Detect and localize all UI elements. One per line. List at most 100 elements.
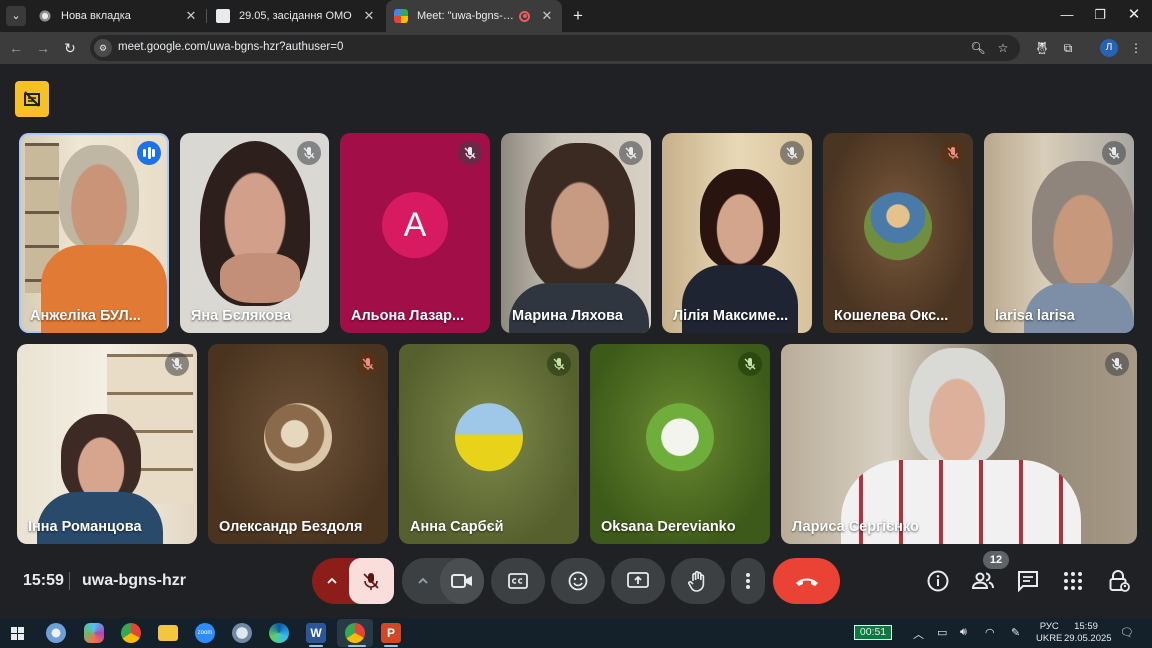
participant-tile[interactable]: Кошелева Окс... bbox=[823, 133, 973, 333]
speaking-indicator-icon bbox=[137, 141, 161, 165]
participant-tile[interactable]: Інна Романцова bbox=[17, 344, 197, 544]
chevron-up-icon[interactable] bbox=[326, 575, 338, 587]
reload-button[interactable]: ↻ bbox=[60, 38, 80, 58]
wifi-icon[interactable]: ◠ bbox=[985, 626, 995, 639]
app-icon[interactable] bbox=[232, 623, 252, 643]
raise-hand-button[interactable] bbox=[671, 558, 725, 604]
reactions-button[interactable] bbox=[551, 558, 605, 604]
participant-tile[interactable]: larisa larisa bbox=[984, 133, 1134, 333]
participant-tile[interactable]: Олександр Бездоля bbox=[208, 344, 388, 544]
address-bar[interactable]: ⚙ meet.google.com/uwa-bgns-hzr?authuser=… bbox=[90, 35, 1020, 61]
paint-app-icon[interactable] bbox=[46, 623, 66, 643]
present-screen-button[interactable] bbox=[611, 558, 665, 604]
participant-tile[interactable]: Марина Ляхова bbox=[501, 133, 651, 333]
person-video bbox=[61, 414, 141, 504]
tab-slides[interactable]: 29.05, засідання ОМО ✕ bbox=[208, 0, 384, 32]
language-code: РУС bbox=[1039, 621, 1059, 632]
close-icon[interactable]: ✕ bbox=[362, 8, 376, 24]
chat-button[interactable] bbox=[1016, 569, 1040, 593]
host-controls-button[interactable] bbox=[1107, 569, 1131, 593]
restore-button[interactable]: ❐ bbox=[1083, 4, 1117, 26]
mic-muted-icon bbox=[941, 141, 965, 165]
activities-button[interactable] bbox=[1061, 569, 1085, 593]
people-button[interactable] bbox=[971, 569, 995, 593]
chrome-profile-app-icon[interactable] bbox=[345, 623, 365, 643]
camera-icon bbox=[451, 574, 472, 588]
participant-photo-avatar bbox=[264, 403, 332, 472]
close-icon[interactable]: ✕ bbox=[540, 8, 554, 24]
participants-count-badge: 12 bbox=[983, 551, 1009, 569]
system-clock[interactable]: 15:59 29.05.2025 bbox=[1064, 621, 1112, 645]
edge-app-icon[interactable] bbox=[269, 623, 289, 643]
windows-start-icon[interactable] bbox=[11, 627, 24, 640]
camera-toggle-button[interactable] bbox=[440, 558, 484, 604]
participant-tile[interactable]: Лілія Максиме... bbox=[662, 133, 812, 333]
person-video bbox=[700, 169, 780, 269]
recording-timer[interactable]: 00:51 bbox=[854, 625, 892, 640]
participant-tile[interactable]: Анна Сарбєй bbox=[399, 344, 579, 544]
captions-button[interactable] bbox=[491, 558, 545, 604]
zoom-icon[interactable]: 🔍︎ bbox=[970, 40, 986, 56]
bookmark-star-icon[interactable]: ☆ bbox=[995, 40, 1011, 56]
person-video bbox=[1032, 161, 1134, 291]
tab-search-button[interactable]: ⌄ bbox=[6, 6, 26, 26]
extension-owl-icon[interactable]: 🦉︎ bbox=[1032, 38, 1052, 58]
notifications-icon[interactable]: 🗨︎ bbox=[1120, 626, 1134, 639]
tab-meet[interactable]: Meet: "uwa-bgns-hzr" ✕ bbox=[386, 0, 562, 32]
more-options-button[interactable] bbox=[731, 558, 765, 604]
emoji-icon bbox=[568, 571, 588, 591]
powerpoint-app-icon[interactable]: P bbox=[381, 623, 401, 643]
chevron-up-icon[interactable] bbox=[417, 575, 429, 587]
participant-name: Яна Бєлякова bbox=[191, 308, 292, 324]
site-info-icon[interactable]: ⚙ bbox=[94, 39, 112, 57]
meeting-details-button[interactable] bbox=[926, 569, 950, 593]
mic-muted-icon bbox=[780, 141, 804, 165]
new-tab-button[interactable]: + bbox=[568, 6, 588, 26]
chevron-up-icon[interactable]: ︿ bbox=[913, 626, 924, 642]
mic-muted-icon bbox=[458, 141, 482, 165]
pen-icon[interactable]: ✎ bbox=[1011, 626, 1020, 639]
input-language[interactable]: РУС UKRE bbox=[1036, 621, 1062, 645]
mic-muted-icon bbox=[1102, 141, 1126, 165]
info-icon bbox=[927, 570, 949, 592]
tab-new-tab[interactable]: Нова вкладка ✕ bbox=[30, 0, 206, 32]
mic-muted-icon bbox=[1105, 352, 1129, 376]
mic-toggle-button[interactable] bbox=[349, 558, 394, 604]
minimize-button[interactable]: — bbox=[1050, 4, 1084, 26]
divider bbox=[69, 572, 70, 590]
mic-muted-icon bbox=[356, 352, 380, 376]
mic-muted-icon bbox=[619, 141, 643, 165]
participant-name: Альона Лазар... bbox=[351, 308, 465, 324]
forward-button[interactable]: → bbox=[33, 38, 53, 58]
volume-icon[interactable]: 🔊︎ bbox=[960, 626, 967, 639]
participant-tile[interactable]: Анжеліка БУЛ... bbox=[19, 133, 169, 333]
leave-call-button[interactable] bbox=[773, 558, 840, 604]
word-app-icon[interactable]: W bbox=[306, 623, 326, 643]
file-explorer-icon[interactable] bbox=[158, 625, 178, 641]
participant-tile[interactable]: Яна Бєлякова bbox=[180, 133, 329, 333]
extensions-puzzle-icon[interactable]: ⧉ bbox=[1058, 38, 1078, 58]
zoom-app-icon[interactable]: zoom bbox=[195, 623, 215, 643]
tab-separator bbox=[206, 9, 207, 23]
menu-kebab-icon[interactable]: ⋮ bbox=[1126, 38, 1146, 58]
participant-name: Анжеліка БУЛ... bbox=[30, 308, 141, 324]
window-close-button[interactable]: ✕ bbox=[1117, 4, 1151, 26]
mic-muted-icon bbox=[738, 352, 762, 376]
visual-effects-off-badge[interactable] bbox=[15, 81, 49, 117]
close-icon[interactable]: ✕ bbox=[184, 8, 198, 24]
person-hands bbox=[220, 253, 300, 303]
tray-window-icon[interactable]: ▭ bbox=[937, 626, 947, 639]
participant-tile[interactable]: A Альона Лазар... bbox=[340, 133, 490, 333]
participant-photo-avatar bbox=[864, 192, 932, 261]
back-button[interactable]: ← bbox=[6, 38, 26, 58]
chrome-app-icon[interactable] bbox=[121, 623, 141, 643]
browser-toolbar: ← → ↻ ⚙ meet.google.com/uwa-bgns-hzr?aut… bbox=[0, 32, 1152, 64]
profile-avatar[interactable]: Л bbox=[1100, 39, 1118, 57]
participant-tile[interactable]: Лариса Сергієнко bbox=[781, 344, 1137, 544]
person-video bbox=[525, 143, 635, 293]
copilot-app-icon[interactable] bbox=[84, 623, 104, 643]
mic-muted-icon bbox=[297, 141, 321, 165]
participant-tile[interactable]: Oksana Derevianko bbox=[590, 344, 770, 544]
tab-title: Meet: "uwa-bgns-hzr" bbox=[417, 10, 519, 22]
participant-name: Анна Сарбєй bbox=[410, 519, 504, 535]
